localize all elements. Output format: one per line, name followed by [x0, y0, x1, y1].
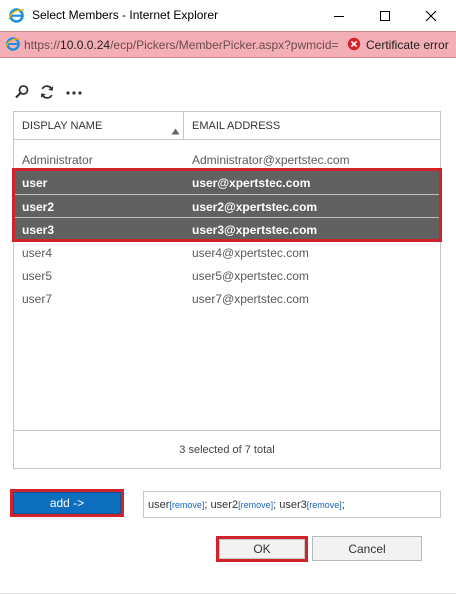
table-row[interactable]: user4 user4@xpertstec.com	[14, 241, 440, 264]
url-path: /ecp/Pickers/MemberPicker.aspx?pwmcid=	[110, 38, 339, 52]
table-row[interactable]: user5 user5@xpertstec.com	[14, 264, 440, 287]
certificate-error-label[interactable]: Certificate error	[366, 38, 449, 52]
row-display-name: user5	[22, 268, 53, 283]
row-email: user7@xpertstec.com	[192, 291, 309, 306]
selected-member-name: user	[148, 498, 170, 511]
url-text[interactable]: https://10.0.0.24/ecp/Pickers/MemberPick…	[24, 38, 342, 52]
selected-member-name: user2	[210, 498, 239, 511]
more-options-icon[interactable]	[65, 83, 83, 101]
selection-count-text: 3 selected of 7 total	[179, 444, 275, 456]
maximize-button[interactable]	[362, 0, 408, 31]
column-header-display-name[interactable]: DISPLAY NAME	[14, 112, 184, 140]
sort-ascending-icon	[171, 122, 180, 135]
separator: ;	[341, 498, 345, 511]
add-button[interactable]: add ->	[13, 492, 121, 514]
internet-explorer-icon	[5, 36, 21, 52]
close-icon	[425, 10, 437, 21]
separator: ;	[204, 498, 208, 511]
selected-member-name: user3	[279, 498, 307, 511]
list-status-bar: 3 selected of 7 total	[14, 430, 440, 468]
row-display-name: user4	[22, 245, 53, 260]
cancel-button[interactable]: Cancel	[312, 536, 422, 561]
ok-button[interactable]: OK	[219, 539, 305, 559]
refresh-icon[interactable]	[38, 83, 56, 101]
selected-rows-highlight	[12, 168, 442, 242]
close-button[interactable]	[408, 0, 454, 31]
url-host: 10.0.0.24	[60, 38, 111, 52]
row-display-name: user7	[22, 291, 53, 306]
minimize-button[interactable]	[316, 0, 362, 31]
row-display-name: Administrator	[22, 152, 93, 167]
row-email: user5@xpertstec.com	[192, 268, 309, 283]
column-header-email-address[interactable]: EMAIL ADDRESS	[184, 112, 440, 140]
minimize-icon	[334, 15, 344, 17]
table-row[interactable]: user7 user7@xpertstec.com	[14, 287, 440, 310]
url-scheme: https://	[24, 38, 61, 52]
list-header: DISPLAY NAME EMAIL ADDRESS	[14, 112, 440, 140]
remove-link[interactable]: [remove]	[238, 500, 273, 510]
search-icon[interactable]	[13, 83, 31, 101]
row-email: user4@xpertstec.com	[192, 245, 309, 260]
certificate-error-icon[interactable]	[347, 37, 361, 51]
remove-link[interactable]: [remove]	[169, 500, 204, 510]
selected-members-field[interactable]: user [remove]; user2 [remove]; user3 [remov…	[143, 491, 441, 518]
remove-link[interactable]: [remove]	[307, 500, 342, 510]
maximize-icon	[380, 10, 390, 21]
window-title: Select Members - Internet Explorer	[32, 8, 219, 22]
row-email: Administrator@xpertstec.com	[192, 152, 350, 167]
separator: ;	[273, 498, 277, 511]
internet-explorer-icon	[8, 7, 25, 24]
